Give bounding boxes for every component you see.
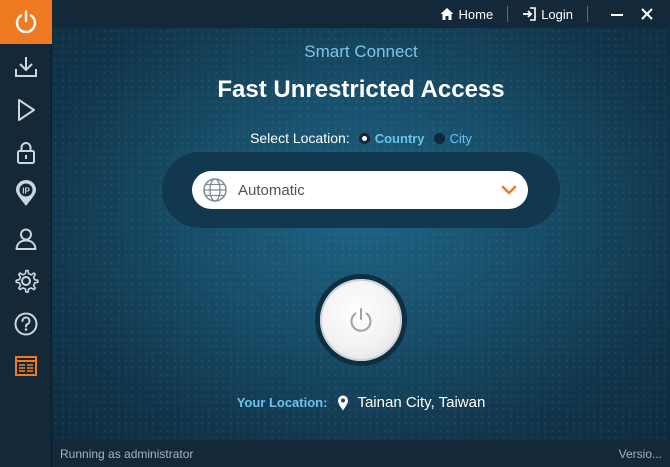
power-icon — [15, 10, 37, 34]
sidebar-item-streaming[interactable] — [0, 89, 52, 131]
radio-country-label: Country — [374, 130, 425, 146]
news-icon — [15, 356, 37, 376]
power-icon — [350, 308, 372, 332]
radio-country-dot[interactable] — [357, 131, 371, 145]
title-bar: Home Login — [52, 0, 670, 28]
sidebar-item-settings[interactable] — [0, 260, 52, 302]
close-button[interactable] — [636, 3, 658, 25]
status-text: Running as administrator — [60, 446, 194, 461]
title-separator — [587, 6, 588, 22]
radio-country[interactable]: Country — [357, 130, 425, 146]
sidebar-item-help[interactable] — [0, 303, 52, 345]
main-panel: Smart Connect Fast Unrestricted Access S… — [52, 28, 670, 440]
sidebar-item-smart-connect[interactable] — [0, 0, 52, 44]
your-location-value: Tainan City, Taiwan — [357, 394, 486, 411]
sidebar-item-ip[interactable]: IP — [0, 173, 52, 215]
radio-city-label: City — [449, 130, 472, 146]
select-location-label: Select Location: — [250, 130, 350, 146]
home-icon — [440, 8, 453, 20]
user-icon — [15, 228, 37, 250]
login-label: Login — [541, 6, 573, 22]
connect-button[interactable] — [320, 279, 402, 361]
your-location-label: Your Location: — [236, 395, 328, 410]
ip-location-icon: IP — [16, 180, 36, 206]
login-icon — [523, 7, 536, 21]
version-text: Versio... — [618, 446, 662, 461]
title-separator — [507, 6, 509, 22]
location-mode-row: Select Location: Country City — [52, 130, 670, 146]
page-subtitle: Smart Connect — [304, 42, 418, 61]
minimize-button[interactable] — [606, 3, 628, 25]
radio-city-dot[interactable] — [432, 131, 446, 145]
sidebar-item-security[interactable] — [0, 132, 52, 174]
connect-button-ring — [315, 274, 407, 366]
map-pin-icon — [338, 395, 349, 410]
location-dropdown[interactable]: Automatic — [192, 171, 528, 209]
sidebar-item-news[interactable] — [0, 345, 52, 387]
location-dropdown-value: Automatic — [238, 181, 305, 199]
status-bar: Running as administrator Versio... — [52, 440, 670, 467]
home-button[interactable]: Home — [436, 7, 498, 22]
svg-text:IP: IP — [22, 187, 30, 196]
sidebar-item-download[interactable] — [0, 46, 52, 88]
home-label: Home — [458, 6, 494, 22]
globe-icon — [203, 178, 227, 202]
chevron-down-icon — [501, 185, 517, 195]
download-icon — [15, 57, 37, 77]
close-icon — [641, 8, 653, 20]
play-icon — [18, 99, 35, 121]
your-location: Your Location: Tainan City, Taiwan — [52, 394, 670, 411]
help-icon — [14, 312, 38, 336]
sidebar: IP — [0, 0, 52, 467]
minimize-icon — [611, 14, 623, 16]
page-title: Fast Unrestricted Access — [217, 76, 505, 103]
radio-city[interactable]: City — [432, 130, 472, 146]
sidebar-item-account[interactable] — [0, 218, 52, 260]
gear-icon — [15, 269, 39, 293]
lock-icon — [17, 142, 35, 164]
login-button[interactable]: Login — [518, 7, 577, 22]
